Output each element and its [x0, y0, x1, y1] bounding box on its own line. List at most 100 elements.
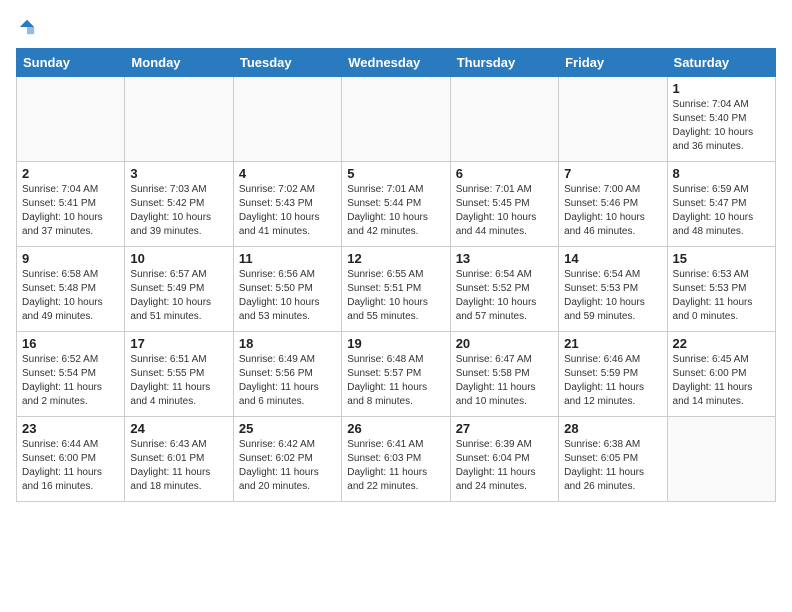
calendar-week-row: 2 Sunrise: 7:04 AM Sunset: 5:41 PM Daylig…	[17, 162, 776, 247]
day-info: Sunrise: 6:52 AM Sunset: 5:54 PM Dayligh…	[22, 353, 119, 409]
calendar-cell: 16 Sunrise: 6:52 AM Sunset: 5:54 PM Dayli…	[17, 332, 125, 417]
day-number: 23	[22, 421, 119, 436]
day-info: Sunrise: 7:00 AM Sunset: 5:46 PM Dayligh…	[564, 183, 661, 239]
day-number: 4	[239, 166, 336, 181]
calendar-day-header: Sunday	[17, 49, 125, 77]
day-info: Sunrise: 6:51 AM Sunset: 5:55 PM Dayligh…	[130, 353, 227, 409]
day-number: 22	[673, 336, 770, 351]
day-number: 27	[456, 421, 553, 436]
calendar-cell: 23 Sunrise: 6:44 AM Sunset: 6:00 PM Dayli…	[17, 417, 125, 502]
day-number: 13	[456, 251, 553, 266]
day-info: Sunrise: 6:54 AM Sunset: 5:53 PM Dayligh…	[564, 268, 661, 324]
day-number: 8	[673, 166, 770, 181]
calendar-table: SundayMondayTuesdayWednesdayThursdayFrid…	[16, 48, 776, 502]
calendar-cell: 4 Sunrise: 7:02 AM Sunset: 5:43 PM Daylig…	[233, 162, 341, 247]
calendar-week-row: 1 Sunrise: 7:04 AM Sunset: 5:40 PM Daylig…	[17, 77, 776, 162]
day-info: Sunrise: 6:46 AM Sunset: 5:59 PM Dayligh…	[564, 353, 661, 409]
day-number: 2	[22, 166, 119, 181]
calendar-cell: 12 Sunrise: 6:55 AM Sunset: 5:51 PM Dayli…	[342, 247, 450, 332]
calendar-cell: 18 Sunrise: 6:49 AM Sunset: 5:56 PM Dayli…	[233, 332, 341, 417]
calendar-cell	[667, 417, 775, 502]
calendar-cell: 5 Sunrise: 7:01 AM Sunset: 5:44 PM Daylig…	[342, 162, 450, 247]
day-number: 24	[130, 421, 227, 436]
calendar-cell: 14 Sunrise: 6:54 AM Sunset: 5:53 PM Dayli…	[559, 247, 667, 332]
day-number: 20	[456, 336, 553, 351]
day-info: Sunrise: 6:48 AM Sunset: 5:57 PM Dayligh…	[347, 353, 444, 409]
calendar-cell: 7 Sunrise: 7:00 AM Sunset: 5:46 PM Daylig…	[559, 162, 667, 247]
day-number: 3	[130, 166, 227, 181]
day-number: 25	[239, 421, 336, 436]
day-info: Sunrise: 6:41 AM Sunset: 6:03 PM Dayligh…	[347, 438, 444, 494]
calendar-cell: 17 Sunrise: 6:51 AM Sunset: 5:55 PM Dayli…	[125, 332, 233, 417]
day-number: 16	[22, 336, 119, 351]
calendar-cell: 25 Sunrise: 6:42 AM Sunset: 6:02 PM Dayli…	[233, 417, 341, 502]
day-number: 11	[239, 251, 336, 266]
calendar-cell	[17, 77, 125, 162]
calendar-day-header: Monday	[125, 49, 233, 77]
day-info: Sunrise: 6:39 AM Sunset: 6:04 PM Dayligh…	[456, 438, 553, 494]
day-info: Sunrise: 7:01 AM Sunset: 5:45 PM Dayligh…	[456, 183, 553, 239]
calendar-cell: 26 Sunrise: 6:41 AM Sunset: 6:03 PM Dayli…	[342, 417, 450, 502]
day-number: 17	[130, 336, 227, 351]
calendar-day-header: Wednesday	[342, 49, 450, 77]
calendar-cell: 9 Sunrise: 6:58 AM Sunset: 5:48 PM Daylig…	[17, 247, 125, 332]
calendar-cell: 8 Sunrise: 6:59 AM Sunset: 5:47 PM Daylig…	[667, 162, 775, 247]
calendar-day-header: Tuesday	[233, 49, 341, 77]
day-info: Sunrise: 6:56 AM Sunset: 5:50 PM Dayligh…	[239, 268, 336, 324]
day-info: Sunrise: 6:38 AM Sunset: 6:05 PM Dayligh…	[564, 438, 661, 494]
calendar-cell: 20 Sunrise: 6:47 AM Sunset: 5:58 PM Dayli…	[450, 332, 558, 417]
day-info: Sunrise: 6:42 AM Sunset: 6:02 PM Dayligh…	[239, 438, 336, 494]
day-info: Sunrise: 6:49 AM Sunset: 5:56 PM Dayligh…	[239, 353, 336, 409]
day-info: Sunrise: 6:55 AM Sunset: 5:51 PM Dayligh…	[347, 268, 444, 324]
calendar-cell: 6 Sunrise: 7:01 AM Sunset: 5:45 PM Daylig…	[450, 162, 558, 247]
calendar-cell: 2 Sunrise: 7:04 AM Sunset: 5:41 PM Daylig…	[17, 162, 125, 247]
day-info: Sunrise: 6:57 AM Sunset: 5:49 PM Dayligh…	[130, 268, 227, 324]
calendar-week-row: 23 Sunrise: 6:44 AM Sunset: 6:00 PM Dayli…	[17, 417, 776, 502]
calendar-cell	[125, 77, 233, 162]
day-number: 5	[347, 166, 444, 181]
calendar-day-header: Friday	[559, 49, 667, 77]
calendar-day-header: Thursday	[450, 49, 558, 77]
calendar-cell: 1 Sunrise: 7:04 AM Sunset: 5:40 PM Daylig…	[667, 77, 775, 162]
calendar-cell: 3Sunrise: 7:03 AM Sunset: 5:42 PM Daylig…	[125, 162, 233, 247]
calendar-cell: 13 Sunrise: 6:54 AM Sunset: 5:52 PM Dayli…	[450, 247, 558, 332]
day-info: Sunrise: 6:58 AM Sunset: 5:48 PM Dayligh…	[22, 268, 119, 324]
calendar-cell	[559, 77, 667, 162]
day-number: 9	[22, 251, 119, 266]
day-info: Sunrise: 6:54 AM Sunset: 5:52 PM Dayligh…	[456, 268, 553, 324]
day-info: Sunrise: 6:53 AM Sunset: 5:53 PM Dayligh…	[673, 268, 770, 324]
day-info: Sunrise: 7:02 AM Sunset: 5:43 PM Dayligh…	[239, 183, 336, 239]
calendar-header-row: SundayMondayTuesdayWednesdayThursdayFrid…	[17, 49, 776, 77]
logo-icon	[18, 18, 36, 36]
day-info: Sunrise: 6:44 AM Sunset: 6:00 PM Dayligh…	[22, 438, 119, 494]
day-number: 6	[456, 166, 553, 181]
calendar-cell: 21 Sunrise: 6:46 AM Sunset: 5:59 PM Dayli…	[559, 332, 667, 417]
day-number: 28	[564, 421, 661, 436]
day-number: 21	[564, 336, 661, 351]
page-header	[16, 16, 776, 38]
day-number: 19	[347, 336, 444, 351]
calendar-cell: 10 Sunrise: 6:57 AM Sunset: 5:49 PM Dayli…	[125, 247, 233, 332]
calendar-cell	[233, 77, 341, 162]
day-info: Sunrise: 7:04 AM Sunset: 5:41 PM Dayligh…	[22, 183, 119, 239]
calendar-cell: 28 Sunrise: 6:38 AM Sunset: 6:05 PM Dayli…	[559, 417, 667, 502]
calendar-week-row: 16 Sunrise: 6:52 AM Sunset: 5:54 PM Dayli…	[17, 332, 776, 417]
day-number: 10	[130, 251, 227, 266]
calendar-cell: 15 Sunrise: 6:53 AM Sunset: 5:53 PM Dayli…	[667, 247, 775, 332]
day-number: 14	[564, 251, 661, 266]
calendar-week-row: 9 Sunrise: 6:58 AM Sunset: 5:48 PM Daylig…	[17, 247, 776, 332]
calendar-cell	[450, 77, 558, 162]
calendar-cell: 11 Sunrise: 6:56 AM Sunset: 5:50 PM Dayli…	[233, 247, 341, 332]
day-info: Sunrise: 6:47 AM Sunset: 5:58 PM Dayligh…	[456, 353, 553, 409]
day-info: Sunrise: 7:04 AM Sunset: 5:40 PM Dayligh…	[673, 98, 770, 154]
calendar-cell: 19 Sunrise: 6:48 AM Sunset: 5:57 PM Dayli…	[342, 332, 450, 417]
day-number: 7	[564, 166, 661, 181]
day-info: Sunrise: 6:59 AM Sunset: 5:47 PM Dayligh…	[673, 183, 770, 239]
day-info: Sunrise: 7:01 AM Sunset: 5:44 PM Dayligh…	[347, 183, 444, 239]
day-number: 12	[347, 251, 444, 266]
day-number: 18	[239, 336, 336, 351]
day-number: 26	[347, 421, 444, 436]
day-number: 15	[673, 251, 770, 266]
day-number: 1	[673, 81, 770, 96]
day-info: Sunrise: 6:45 AM Sunset: 6:00 PM Dayligh…	[673, 353, 770, 409]
